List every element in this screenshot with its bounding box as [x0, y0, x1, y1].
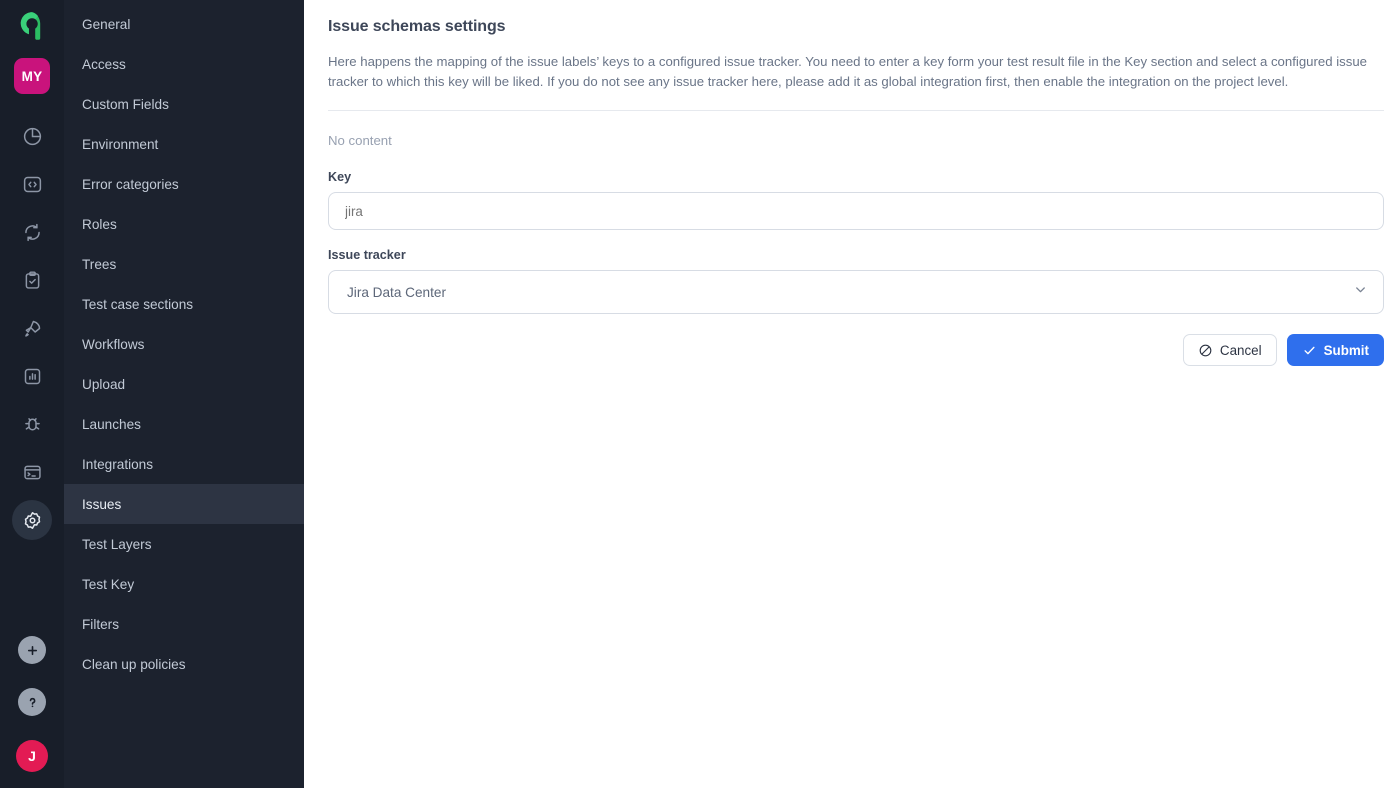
issue-tracker-select[interactable]: Jira Data Center [328, 270, 1384, 314]
terminal-icon[interactable] [12, 452, 52, 492]
issue-tracker-select-wrap: Jira Data Center [328, 270, 1384, 314]
issue-tracker-field-group: Issue tracker Jira Data Center [328, 248, 1384, 314]
sidebar-item-clean-up-policies[interactable]: Clean up policies [64, 644, 304, 684]
sidebar-item-test-key[interactable]: Test Key [64, 564, 304, 604]
project-badge[interactable]: MY [14, 58, 50, 94]
rail-bottom: J [0, 636, 64, 772]
sidebar-item-launches[interactable]: Launches [64, 404, 304, 444]
rail-nav [12, 116, 52, 548]
app-root: MY J General Access Custom Fields Enviro… [0, 0, 1400, 788]
form-actions: Cancel Submit [328, 334, 1384, 366]
rocket-icon[interactable] [12, 308, 52, 348]
page-title: Issue schemas settings [328, 18, 506, 35]
sidebar-item-general[interactable]: General [64, 4, 304, 44]
icon-rail: MY J [0, 0, 64, 788]
allure-logo[interactable] [14, 8, 50, 44]
sidebar-item-filters[interactable]: Filters [64, 604, 304, 644]
page-description: Here happens the mapping of the issue la… [328, 54, 1367, 89]
sidebar-item-integrations[interactable]: Integrations [64, 444, 304, 484]
sidebar-item-upload[interactable]: Upload [64, 364, 304, 404]
code-brackets-icon[interactable] [12, 164, 52, 204]
main-content: Issue schemas settings Here happens the … [304, 0, 1400, 788]
sidebar-item-issues[interactable]: Issues [64, 484, 304, 524]
submit-button-label: Submit [1323, 342, 1369, 358]
sidebar-item-custom-fields[interactable]: Custom Fields [64, 84, 304, 124]
plus-icon[interactable] [18, 636, 46, 664]
gear-icon[interactable] [12, 500, 52, 540]
submit-button[interactable]: Submit [1286, 334, 1384, 366]
sidebar-item-trees[interactable]: Trees [64, 244, 304, 284]
bug-icon[interactable] [12, 404, 52, 444]
refresh-cycle-icon[interactable] [12, 212, 52, 252]
key-label: Key [328, 170, 352, 184]
key-field-group: Key [328, 170, 1384, 230]
no-entry-icon [1198, 343, 1213, 358]
dashboard-pie-icon[interactable] [12, 116, 52, 156]
key-input[interactable] [328, 192, 1384, 230]
issue-tracker-label: Issue tracker [328, 248, 406, 262]
sidebar-item-access[interactable]: Access [64, 44, 304, 84]
clipboard-check-icon[interactable] [12, 260, 52, 300]
section-divider [328, 110, 1384, 111]
sidebar-item-workflows[interactable]: Workflows [64, 324, 304, 364]
help-question-icon[interactable] [18, 688, 46, 716]
settings-sidebar: General Access Custom Fields Environment… [64, 0, 304, 788]
check-icon [1302, 343, 1317, 358]
sidebar-item-environment[interactable]: Environment [64, 124, 304, 164]
cancel-button-label: Cancel [1219, 342, 1262, 358]
sidebar-item-test-case-sections[interactable]: Test case sections [64, 284, 304, 324]
sidebar-item-test-layers[interactable]: Test Layers [64, 524, 304, 564]
sidebar-item-roles[interactable]: Roles [64, 204, 304, 244]
sidebar-item-error-categories[interactable]: Error categories [64, 164, 304, 204]
avatar[interactable]: J [16, 740, 48, 772]
empty-state-text: No content [328, 133, 392, 148]
bar-chart-icon[interactable] [12, 356, 52, 396]
cancel-button[interactable]: Cancel [1182, 334, 1277, 366]
